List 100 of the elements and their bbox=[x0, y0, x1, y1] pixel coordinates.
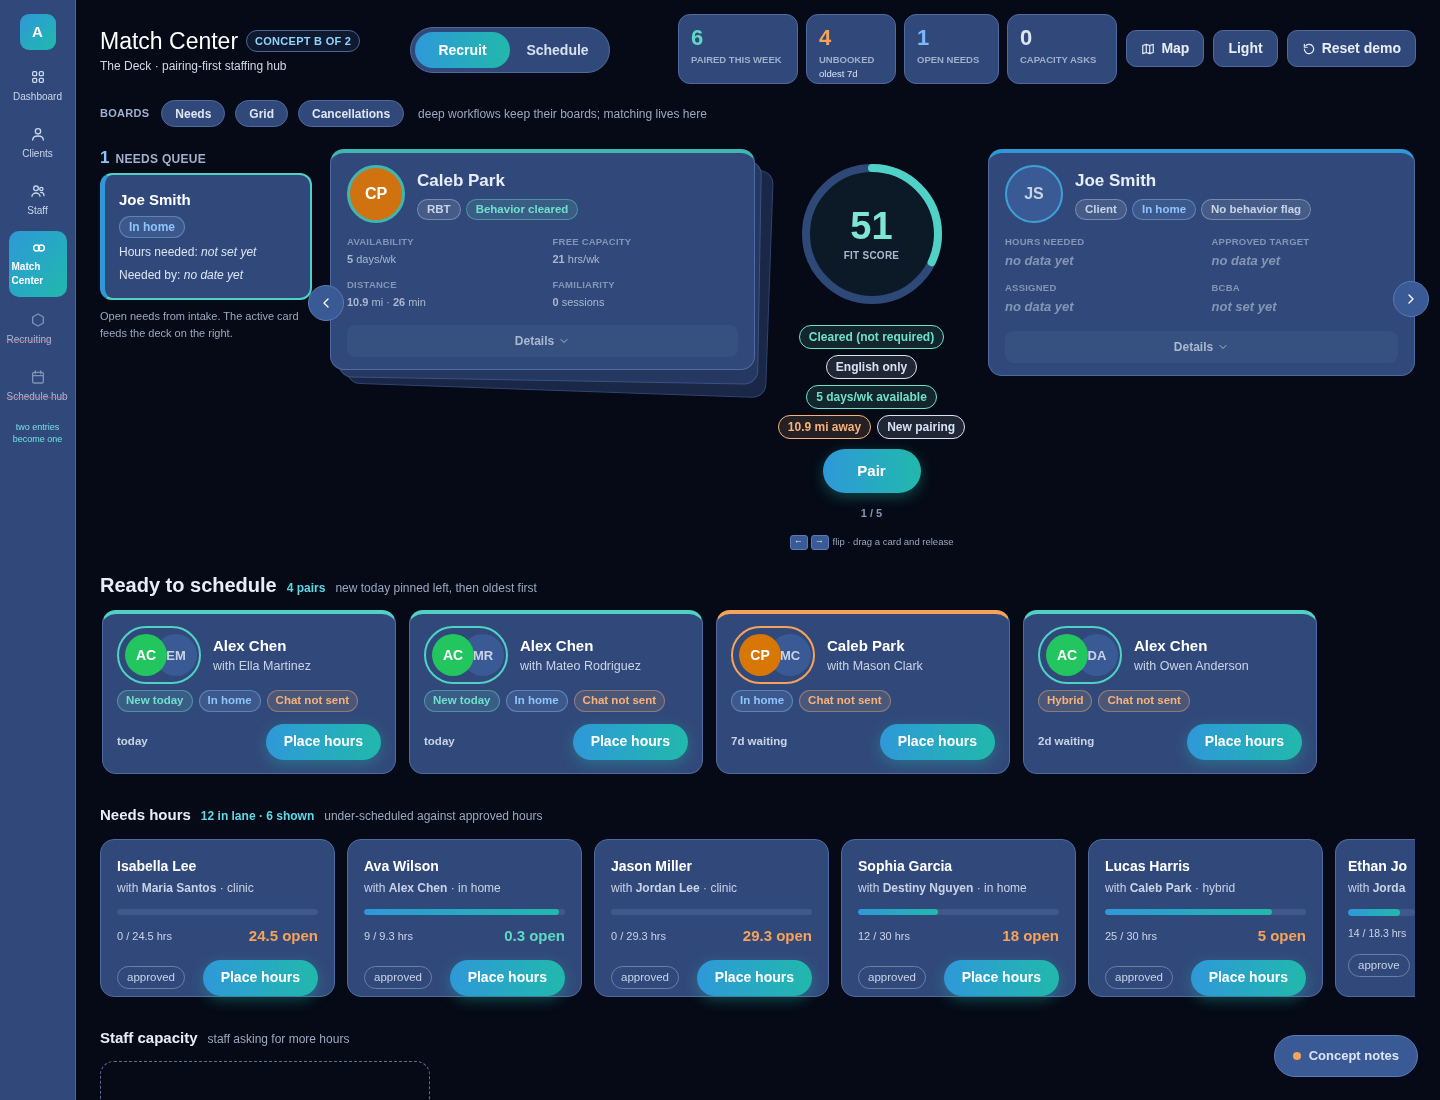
section-title: Staff capacity bbox=[100, 1027, 198, 1048]
people-icon bbox=[29, 183, 46, 199]
tag: RBT bbox=[417, 198, 461, 220]
section-title: Ready to schedule bbox=[100, 573, 277, 599]
stat-value: 4 bbox=[819, 27, 833, 49]
place-hours-button[interactable]: Place hours bbox=[696, 959, 812, 996]
client-pairing: with Mason Clark bbox=[827, 658, 923, 676]
action-button[interactable]: Reset demo bbox=[1286, 30, 1416, 67]
field-value: 5 days/wk bbox=[347, 252, 397, 268]
place-hours-button[interactable]: Place hours bbox=[943, 959, 1059, 996]
tag: Hybrid bbox=[1038, 690, 1093, 712]
place-hours-button[interactable]: Place hours bbox=[1190, 959, 1306, 996]
client-staff-info: with Jordan Lee · clinic bbox=[611, 879, 739, 897]
place-hours-button[interactable]: Place hours bbox=[1186, 723, 1302, 760]
need-detail: Hours needed: not set yet bbox=[119, 243, 257, 261]
tag: Client bbox=[1075, 198, 1127, 220]
details-toggle[interactable]: Details bbox=[347, 324, 738, 357]
field-value: 0 sessions bbox=[552, 295, 606, 311]
key-hint: → bbox=[810, 534, 829, 550]
client-pairing: with Mateo Rodriguez bbox=[520, 658, 641, 676]
section-count: 4 pairs bbox=[286, 580, 326, 598]
action-button[interactable]: Light bbox=[1213, 30, 1278, 67]
sidebar-item[interactable]: Staff bbox=[2, 172, 73, 229]
client-pairing: with Owen Anderson bbox=[1134, 658, 1249, 676]
sidebar-item[interactable]: Clients bbox=[2, 115, 73, 172]
mode-tab[interactable]: Schedule bbox=[510, 32, 605, 68]
client-name: Isabella Lee bbox=[117, 856, 198, 876]
need-card[interactable]: Joe Smith In home Hours needed: not set yet Needed by: no date yet bbox=[100, 173, 312, 300]
person-icon bbox=[29, 126, 46, 142]
stat-value: 6 bbox=[691, 27, 705, 49]
map-icon bbox=[1141, 41, 1156, 56]
field-value: no data yet bbox=[1005, 298, 1075, 317]
tag: New today bbox=[117, 690, 193, 712]
queue-title: NEEDS QUEUE bbox=[115, 151, 207, 169]
fit-chip: 10.9 mi away bbox=[777, 415, 872, 440]
stat-value: 1 bbox=[917, 27, 931, 49]
open-hours: 29.3 open bbox=[742, 926, 812, 947]
section-count: 12 in lane · 6 shown bbox=[200, 808, 315, 826]
field-value: no data yet bbox=[1005, 252, 1075, 271]
section-note: staff asking for more hours bbox=[207, 1030, 350, 1048]
sidebar-item[interactable]: Dashboard bbox=[2, 58, 73, 115]
stat-label: PAIRED THIS WEEK bbox=[691, 53, 783, 67]
app-logo: A bbox=[19, 14, 56, 50]
sidebar-item[interactable]: Match Center bbox=[8, 231, 67, 297]
action-button[interactable]: Map bbox=[1126, 30, 1205, 67]
client-name: Ava Wilson bbox=[364, 856, 440, 876]
field-value: 10.9 mi · 26 min bbox=[347, 295, 427, 311]
avatar: AC bbox=[432, 634, 474, 677]
hours-scheduled: 25 / 30 hrs bbox=[1105, 929, 1157, 945]
place-hours-button[interactable]: Place hours bbox=[879, 723, 995, 760]
tag: In home bbox=[505, 690, 568, 712]
client-pairing: with Ella Martinez bbox=[213, 658, 311, 676]
mode-tab[interactable]: Recruit bbox=[415, 32, 510, 68]
queue-note: Open needs from intake. The active card feeds the deck on the right. bbox=[100, 308, 300, 341]
calendar-icon bbox=[29, 369, 46, 385]
board-chip[interactable]: Cancellations bbox=[298, 100, 405, 128]
details-toggle[interactable]: Details bbox=[1005, 330, 1398, 363]
client-name: Jason Miller bbox=[611, 856, 693, 876]
board-chip[interactable]: Grid bbox=[235, 100, 289, 128]
fit-score: 51 bbox=[850, 205, 893, 246]
place-hours-button[interactable]: Place hours bbox=[449, 959, 565, 996]
waiting-time: today bbox=[424, 733, 455, 749]
client-name: Ethan Jo bbox=[1348, 856, 1409, 876]
place-hours-button[interactable]: Place hours bbox=[202, 959, 318, 996]
fit-chip: 5 days/wk available bbox=[806, 385, 937, 410]
board-chip[interactable]: Needs bbox=[161, 100, 226, 128]
client-name: Sophia Garcia bbox=[858, 856, 954, 876]
fit-chip: Cleared (not required) bbox=[798, 325, 945, 350]
staff-name: Alex Chen bbox=[213, 635, 288, 656]
tag: New today bbox=[424, 690, 500, 712]
place-hours-button[interactable]: Place hours bbox=[265, 723, 381, 760]
section-title: Needs hours bbox=[100, 805, 191, 826]
stat-label: UNBOOKED bbox=[819, 53, 876, 67]
tag: Chat not sent bbox=[1098, 690, 1190, 712]
field-label: APPROVED TARGET bbox=[1211, 235, 1311, 250]
field-label: FREE CAPACITY bbox=[552, 235, 633, 250]
client-name: Joe Smith bbox=[119, 190, 191, 211]
deck-position: 1 / 5 bbox=[860, 506, 883, 522]
open-hours: 5 open bbox=[1257, 926, 1306, 947]
concept-notes-button[interactable]: Concept notes bbox=[1273, 1035, 1418, 1077]
avatar: AC bbox=[125, 634, 167, 677]
tag: Behavior cleared bbox=[465, 198, 579, 220]
staff-name: Alex Chen bbox=[520, 635, 595, 656]
tag: In home bbox=[1131, 198, 1197, 220]
stat-label: OPEN NEEDS bbox=[917, 53, 981, 67]
page-title: Match Center bbox=[100, 27, 239, 55]
tag: In home bbox=[731, 690, 794, 712]
place-hours-button[interactable]: Place hours bbox=[572, 723, 688, 760]
field-label: ASSIGNED bbox=[1005, 280, 1058, 295]
section-note: new today pinned left, then oldest first bbox=[335, 580, 537, 598]
stat-label: CAPACITY ASKS bbox=[1020, 53, 1098, 67]
next-button[interactable] bbox=[1393, 281, 1429, 318]
staff-name: Alex Chen bbox=[1134, 635, 1209, 656]
client-staff-info: with Maria Santos · clinic bbox=[117, 879, 255, 897]
boards-label: BOARDS bbox=[100, 106, 150, 122]
queue-count: 1 bbox=[100, 147, 110, 170]
avatar: JS bbox=[1005, 165, 1063, 224]
pair-button[interactable]: Pair bbox=[822, 449, 921, 494]
key-hint: ← bbox=[789, 534, 808, 550]
stat-note: oldest 7d bbox=[819, 67, 859, 82]
